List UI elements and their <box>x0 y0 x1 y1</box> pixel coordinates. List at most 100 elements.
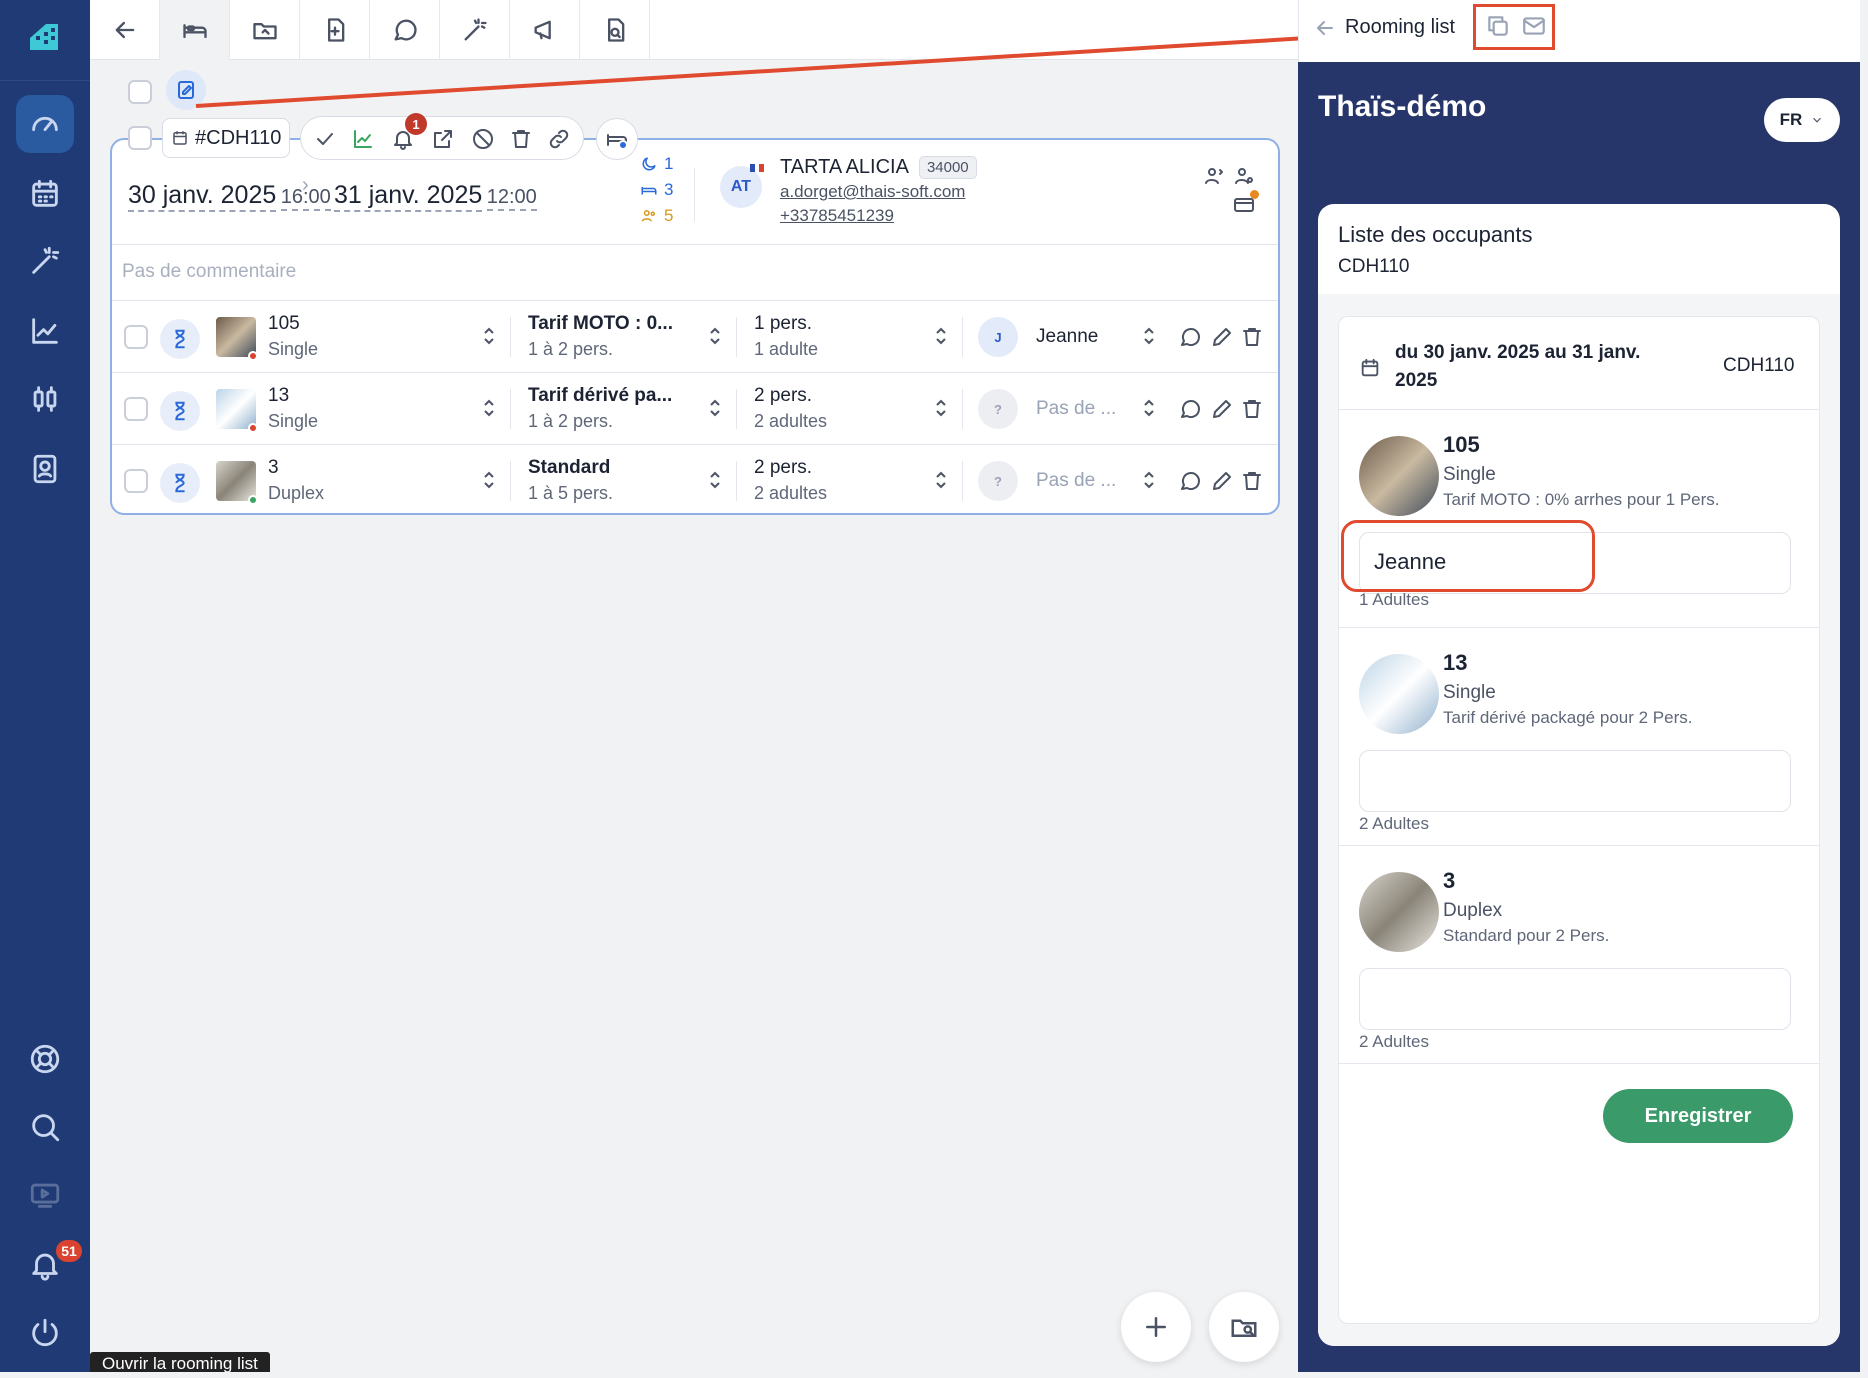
cancel-icon[interactable] <box>471 127 495 151</box>
adults-count: 2 Adultes <box>1359 1032 1429 1051</box>
notification-badge: 51 <box>56 1240 82 1262</box>
comment-field[interactable]: Pas de commentaire <box>112 244 1278 300</box>
user-search-icon[interactable] <box>1232 164 1256 188</box>
add-button[interactable] <box>1121 1292 1191 1362</box>
room-select-icon[interactable] <box>482 469 496 491</box>
rate-select-icon[interactable] <box>708 397 722 419</box>
guest-select-icon[interactable] <box>1142 469 1156 491</box>
contact-book-icon[interactable] <box>16 440 74 498</box>
client-phone[interactable]: +33785451239 <box>780 206 894 226</box>
back-arrow-icon[interactable] <box>1313 16 1337 40</box>
room-row[interactable]: 105 Single Tarif MOTO : 0... 1 à 2 pers.… <box>112 300 1278 372</box>
power-icon[interactable] <box>16 1304 74 1362</box>
language-select[interactable]: FR <box>1764 98 1840 142</box>
guest-name[interactable]: Jeanne <box>1036 326 1098 348</box>
rate-select-icon[interactable] <box>708 469 722 491</box>
room-row[interactable]: 3 Duplex Standard 1 à 5 pers. 2 pers. 2 … <box>112 444 1278 516</box>
add-room-button[interactable] <box>596 118 638 160</box>
persons-count: 5 <box>640 206 673 226</box>
trash-icon[interactable] <box>509 127 533 151</box>
edit-pencil-icon[interactable] <box>1210 469 1234 493</box>
hourglass-icon[interactable] <box>160 319 200 359</box>
departure-date[interactable]: 31 janv. 2025 12:00 <box>334 180 537 212</box>
booking-ref-tag[interactable]: #CDH110 <box>162 118 290 158</box>
dashboard-icon[interactable] <box>16 95 74 153</box>
select-all-checkbox[interactable] <box>128 80 152 104</box>
row-checkbox[interactable] <box>124 325 148 349</box>
megaphone-icon[interactable] <box>510 0 580 60</box>
magic-wand-icon[interactable] <box>440 0 510 60</box>
help-lifebuoy-icon[interactable] <box>16 1030 74 1088</box>
room-select-icon[interactable] <box>482 325 496 347</box>
room-row[interactable]: 13 Single Tarif dérivé pa... 1 à 2 pers.… <box>112 372 1278 444</box>
arrival-date[interactable]: 30 janv. 2025 16:00 <box>128 180 331 212</box>
trash-icon[interactable] <box>1240 325 1264 349</box>
sliders-icon[interactable] <box>16 370 74 428</box>
room-rate: Standard pour 2 Pers. <box>1443 926 1610 945</box>
magic-wand-icon[interactable] <box>16 232 74 290</box>
search-icon[interactable] <box>16 1098 74 1156</box>
occupants-card: Liste des occupants CDH110 du 30 janv. 2… <box>1318 204 1840 1346</box>
wallet-icon[interactable] <box>1232 190 1259 216</box>
guest-name[interactable]: Pas de ... <box>1036 470 1116 492</box>
file-search-icon[interactable] <box>580 0 650 60</box>
booking-card: 30 janv. 2025 16:00 › 31 janv. 2025 12:0… <box>110 138 1280 515</box>
comment-icon[interactable] <box>1178 325 1202 349</box>
folder-search-button[interactable] <box>1209 1292 1279 1362</box>
link-icon[interactable] <box>547 127 571 151</box>
row-checkbox[interactable] <box>124 469 148 493</box>
room-rate: Tarif MOTO : 0% arrhes pour 1 Pers. <box>1443 490 1720 509</box>
hourglass-icon[interactable] <box>160 463 200 503</box>
assign-user-icon[interactable] <box>1202 164 1226 188</box>
calendar-icon[interactable] <box>16 165 74 223</box>
chart-icon[interactable] <box>351 127 375 151</box>
comment-icon[interactable] <box>1178 397 1202 421</box>
persons-select-icon[interactable] <box>934 469 948 491</box>
save-button[interactable]: Enregistrer <box>1603 1089 1793 1143</box>
occupant-input[interactable] <box>1359 750 1791 812</box>
room-number: 13 <box>268 385 290 406</box>
guest-select-icon[interactable] <box>1142 397 1156 419</box>
rooms-count: 3 <box>640 180 673 200</box>
back-arrow-icon[interactable] <box>90 0 160 60</box>
room-number: 3 <box>1443 868 1456 893</box>
guest-avatar: ? <box>978 461 1018 501</box>
persons-select-icon[interactable] <box>934 325 948 347</box>
video-icon[interactable] <box>16 1166 74 1224</box>
mail-icon[interactable] <box>1521 13 1547 39</box>
row-checkbox[interactable] <box>124 397 148 421</box>
adults: 2 adultes <box>754 483 828 503</box>
booking-checkbox[interactable] <box>128 126 152 150</box>
client-name[interactable]: TARTA ALICIA <box>780 156 909 179</box>
status-dot <box>248 423 258 433</box>
chart-icon[interactable] <box>16 302 74 360</box>
external-link-icon[interactable] <box>431 127 455 151</box>
trash-icon[interactable] <box>1240 397 1264 421</box>
client-email[interactable]: a.dorget@thais-soft.com <box>780 182 965 202</box>
rate-select-icon[interactable] <box>708 325 722 347</box>
file-import-icon[interactable] <box>300 0 370 60</box>
copy-icon[interactable] <box>1485 13 1511 39</box>
room-select-icon[interactable] <box>482 397 496 419</box>
guest-name[interactable]: Pas de ... <box>1036 398 1116 420</box>
occupant-room: 3 Duplex Standard pour 2 Pers. 2 Adultes <box>1339 845 1819 1063</box>
rooming-list-button[interactable] <box>166 70 206 110</box>
persons: 2 pers. <box>754 457 813 478</box>
room-type: Single <box>268 411 319 431</box>
hourglass-icon[interactable] <box>160 391 200 431</box>
edit-pencil-icon[interactable] <box>1210 325 1234 349</box>
persons-select-icon[interactable] <box>934 397 948 419</box>
check-icon[interactable] <box>313 127 337 151</box>
bed-icon[interactable] <box>160 0 230 60</box>
occupant-input[interactable] <box>1359 968 1791 1030</box>
guest-select-icon[interactable] <box>1142 325 1156 347</box>
trash-icon[interactable] <box>1240 469 1264 493</box>
comment-icon[interactable] <box>1178 469 1202 493</box>
room-type: Single <box>268 339 319 359</box>
folder-icon[interactable] <box>230 0 300 60</box>
hotel-name: Thaïs-démo <box>1318 90 1487 123</box>
edit-pencil-icon[interactable] <box>1210 397 1234 421</box>
rate-name: Tarif MOTO : 0... <box>528 313 673 334</box>
language-label: FR <box>1779 110 1803 129</box>
chat-icon[interactable] <box>370 0 440 60</box>
